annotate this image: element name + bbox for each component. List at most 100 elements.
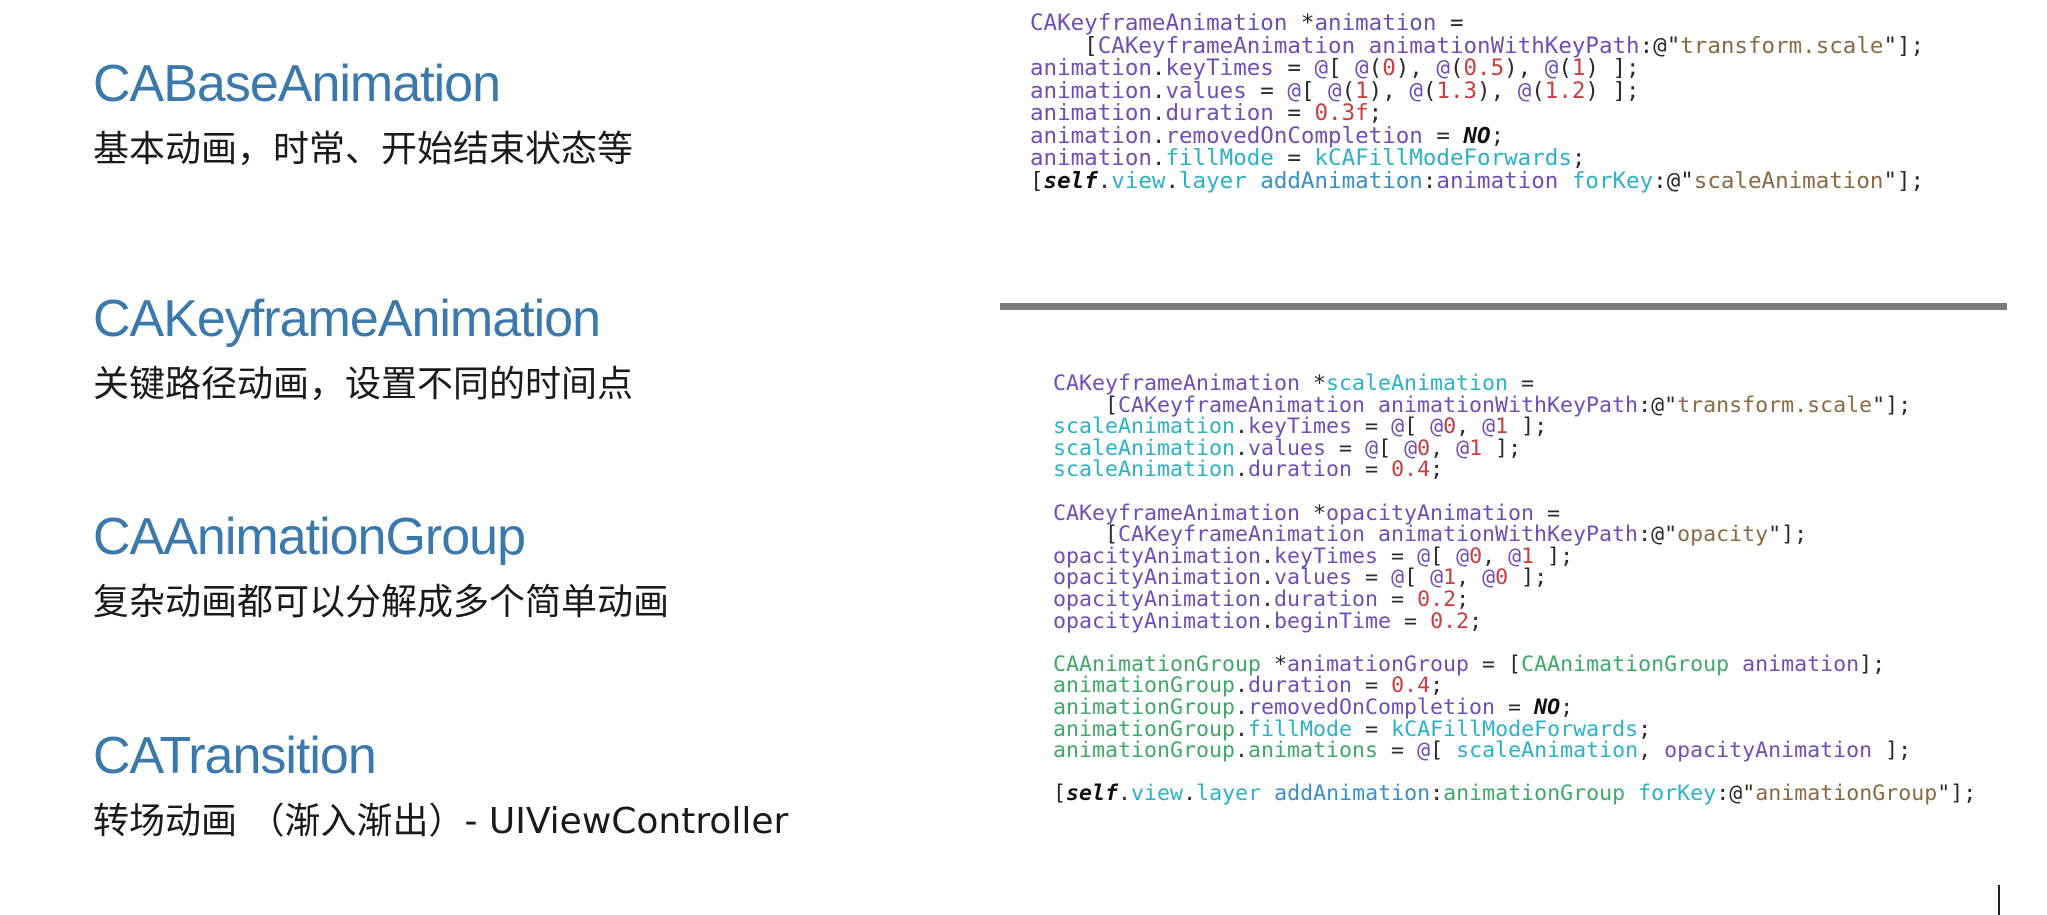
code-token: ( xyxy=(1531,77,1545,104)
item-title: CATransition xyxy=(93,727,377,785)
code-token: view xyxy=(1131,781,1184,807)
code-block-keyframe: CAKeyframeAnimation *animation = [CAKeyf… xyxy=(1030,9,1924,194)
code-token: ) ]; xyxy=(1585,77,1640,104)
code-token: forKey xyxy=(1571,167,1654,194)
item-desc: 复杂动画都可以分解成多个简单动画 xyxy=(93,582,670,623)
code-token: = [ xyxy=(1469,651,1522,677)
code-token: animation xyxy=(1742,651,1860,677)
code-line: animation.fillMode = kCAFillModeForwards… xyxy=(1030,144,1924,171)
code-token: "]; xyxy=(1937,781,1977,807)
code-token: self xyxy=(1066,781,1119,807)
code-token: addAnimation xyxy=(1274,781,1431,807)
code-token: animations xyxy=(1248,738,1379,764)
code-line: CAKeyframeAnimation *scaleAnimation = xyxy=(1053,370,1976,396)
code-token: layer xyxy=(1179,167,1247,194)
code-token: :@" xyxy=(1638,392,1678,418)
code-block-group: CAKeyframeAnimation *scaleAnimation = [C… xyxy=(1053,370,1976,806)
code-token: "]; xyxy=(1768,522,1808,548)
code-token: CAAnimationGroup xyxy=(1521,651,1730,677)
code-token: :@" xyxy=(1653,167,1694,194)
code-token: @ xyxy=(1409,77,1423,104)
code-token: = xyxy=(1391,608,1431,634)
code-line: opacityAnimation.values = @[ @1, @0 ]; xyxy=(1053,564,1976,590)
code-token: animation xyxy=(1436,167,1559,194)
item-catransition: CATransition 转场动画 （渐入渐出）- UIViewControll… xyxy=(93,726,788,844)
item-cakeyframeanimation: CAKeyframeAnimation 关键路径动画，设置不同的时间点 xyxy=(93,289,633,407)
code-token: . xyxy=(1183,781,1197,807)
code-token: :@" xyxy=(1639,32,1681,59)
code-token: ]; xyxy=(1482,435,1522,461)
code-token: . xyxy=(1235,457,1249,483)
code-line: animation.values = @[ @(1), @(1.3), @(1.… xyxy=(1030,77,1924,104)
code-token: 0 xyxy=(1495,565,1509,591)
code-token: . xyxy=(1097,167,1112,194)
code-token: 1.2 xyxy=(1544,77,1586,104)
code-token: animationGroup xyxy=(1755,781,1938,807)
code-token: :@" xyxy=(1716,781,1756,807)
code-token: "]; xyxy=(1883,32,1925,59)
code-token: 1.3 xyxy=(1436,77,1478,104)
code-token: @ xyxy=(1417,738,1431,764)
item-title: CAAnimationGroup xyxy=(93,508,526,566)
item-title: CABaseAnimation xyxy=(93,55,501,113)
code-token: . xyxy=(1118,781,1132,807)
code-token: beginTime xyxy=(1274,608,1392,634)
code-token: 1 xyxy=(1469,435,1483,461)
code-line: [CAKeyframeAnimation animationWithKeyPat… xyxy=(1030,32,1924,59)
code-token: . xyxy=(1261,608,1275,634)
code-token: opacityAnimation xyxy=(1664,738,1873,764)
code-token: . xyxy=(1235,738,1249,764)
code-token: self xyxy=(1043,167,1098,194)
code-token: : xyxy=(1422,167,1437,194)
code-token: transform.scale xyxy=(1677,392,1873,418)
code-line: opacityAnimation.keyTimes = @[ @0, @1 ]; xyxy=(1053,543,1976,569)
code-token: @ xyxy=(1517,77,1532,104)
code-token: duration xyxy=(1248,457,1353,483)
code-token: "]; xyxy=(1872,392,1912,418)
item-title: CAKeyframeAnimation xyxy=(93,290,601,348)
code-token: ( xyxy=(1422,77,1437,104)
code-line: [self.view.layer addAnimation:animation … xyxy=(1030,167,1924,194)
code-token: @ xyxy=(1482,565,1496,591)
item-cabaseanimation: CABaseAnimation 基本动画，时常、开始结束状态等 xyxy=(93,54,633,172)
code-line: [self.view.layer addAnimation:animationG… xyxy=(1053,780,1976,806)
code-token: 0.4 xyxy=(1391,457,1431,483)
code-token: :@" xyxy=(1638,522,1678,548)
code-token: ]; xyxy=(1872,738,1912,764)
divider xyxy=(1000,303,2007,310)
code-token: animationGroup xyxy=(1053,738,1236,764)
code-token: . xyxy=(1165,167,1180,194)
code-token: : xyxy=(1430,781,1444,807)
code-line: CAKeyframeAnimation *opacityAnimation = xyxy=(1053,500,1976,526)
code-token: opacityAnimation xyxy=(1053,608,1262,634)
code-token: opacity xyxy=(1677,522,1769,548)
code-line: scaleAnimation.values = @[ @0, @1 ]; xyxy=(1053,435,1976,461)
code-token: ; xyxy=(1430,457,1444,483)
code-line: CAKeyframeAnimation *animation = xyxy=(1030,9,1924,36)
code-token: ), xyxy=(1477,77,1518,104)
item-desc: 转场动画 （渐入渐出）- UIViewController xyxy=(93,801,789,842)
code-token: scaleAnimation xyxy=(1693,167,1884,194)
code-token: [ xyxy=(1030,167,1044,194)
code-token: addAnimation xyxy=(1260,167,1423,194)
code-line: [CAKeyframeAnimation animationWithKeyPat… xyxy=(1053,521,1976,547)
code-line: animation.removedOnCompletion = NO; xyxy=(1030,122,1924,149)
code-token: ]; xyxy=(1859,651,1886,677)
code-token: [ xyxy=(1053,781,1067,807)
code-token: animationGroup xyxy=(1443,781,1626,807)
code-token: view xyxy=(1111,167,1166,194)
code-token: ; xyxy=(1469,608,1483,634)
code-token: scaleAnimation xyxy=(1053,457,1236,483)
code-token: , xyxy=(1638,738,1665,764)
code-token: forKey xyxy=(1638,781,1717,807)
code-token: transform.scale xyxy=(1680,32,1884,59)
code-token: [ xyxy=(1430,738,1457,764)
code-token: ]; xyxy=(1508,565,1548,591)
code-token: 0.2 xyxy=(1430,608,1470,634)
code-token: "]; xyxy=(1883,167,1925,194)
